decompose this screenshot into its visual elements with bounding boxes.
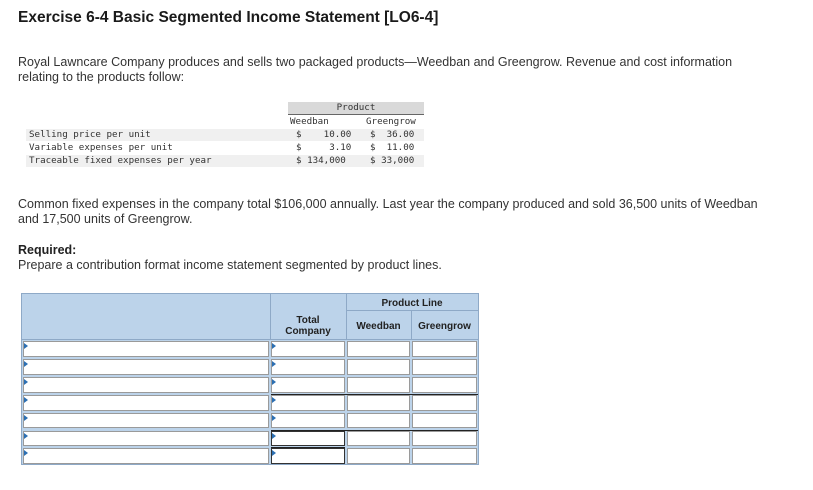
line-item-label-input[interactable] — [23, 394, 269, 411]
weedban-input[interactable] — [347, 448, 410, 465]
greengrow-input[interactable] — [412, 341, 477, 357]
exercise-title: Exercise 6-4 Basic Segmented Income Stat… — [18, 9, 439, 26]
greengrow-input[interactable] — [412, 376, 477, 393]
weedban-input[interactable] — [347, 358, 410, 375]
total-header-line-2: Company — [285, 326, 331, 337]
col-header-greengrow: Greengrow — [366, 116, 416, 127]
weedban-header: Weedban — [356, 321, 401, 332]
dropdown-marker-icon — [24, 396, 28, 403]
dropdown-marker-icon — [272, 414, 276, 421]
total-line — [271, 447, 345, 449]
line-item-label-input[interactable] — [23, 341, 269, 357]
dropdown-marker-icon — [24, 414, 28, 421]
line-item-label-input[interactable] — [23, 376, 269, 393]
line-item-label-input[interactable] — [23, 430, 269, 447]
weedban-input[interactable] — [347, 412, 410, 429]
para2-line-2: and 17,500 units of Greengrow. — [18, 212, 193, 226]
total-company-input[interactable] — [271, 448, 345, 465]
dropdown-marker-icon — [24, 360, 28, 367]
para2-line-1: Common fixed expenses in the company tot… — [18, 197, 758, 211]
row-label: Traceable fixed expenses per year — [29, 155, 212, 166]
dropdown-marker-icon — [24, 343, 28, 349]
greengrow-input[interactable] — [412, 448, 477, 465]
intro-paragraph: Royal Lawncare Company produces and sell… — [18, 55, 778, 85]
header-bottom-border — [22, 339, 478, 340]
weedban-input[interactable] — [347, 394, 410, 411]
col-header-weedban: Weedban — [290, 116, 329, 127]
row-label: Selling price per unit — [29, 129, 151, 140]
intro-line-2: relating to the products follow: — [18, 70, 185, 84]
subtotal-line — [271, 393, 478, 395]
dropdown-marker-icon — [24, 450, 28, 457]
line-item-label-input[interactable] — [23, 448, 269, 465]
weedban-value: $ 10.00 — [296, 129, 352, 140]
table-row: Selling price per unit $ 10.00 $ 36.00 — [26, 129, 424, 141]
greengrow-input[interactable] — [412, 394, 477, 411]
label-header-cell — [22, 294, 271, 339]
total-company-input[interactable] — [271, 394, 345, 411]
greengrow-header: Greengrow — [418, 321, 471, 332]
line-item-label-input[interactable] — [23, 412, 269, 429]
weedban-value: $ 3.10 — [296, 142, 352, 153]
greengrow-input[interactable] — [412, 430, 477, 447]
product-group-header: Product — [288, 102, 424, 115]
greengrow-input[interactable] — [412, 358, 477, 375]
dropdown-marker-icon — [272, 343, 276, 349]
greengrow-value: $ 11.00 — [370, 142, 415, 153]
subtotal-line — [271, 429, 478, 431]
weedban-input[interactable] — [347, 376, 410, 393]
line-item-label-input[interactable] — [23, 358, 269, 375]
product-line-header: Product Line — [381, 298, 443, 309]
dropdown-marker-icon — [272, 378, 276, 385]
greengrow-value: $ 36.00 — [370, 129, 415, 140]
dropdown-marker-icon — [272, 360, 276, 367]
total-company-input[interactable] — [271, 341, 345, 357]
weedban-value: $ 134,000 — [296, 155, 346, 166]
required-text: Prepare a contribution format income sta… — [18, 258, 442, 272]
dropdown-marker-icon — [272, 450, 276, 457]
table-row: Variable expenses per unit $ 3.10 $ 11.0… — [26, 142, 424, 154]
weedban-input[interactable] — [347, 430, 410, 447]
dropdown-marker-icon — [24, 432, 28, 439]
common-fixed-paragraph: Common fixed expenses in the company tot… — [18, 197, 788, 227]
dropdown-marker-icon — [272, 396, 276, 403]
income-statement-grid: Product Line Total Company Weedban Green… — [21, 293, 479, 465]
total-company-input[interactable] — [271, 412, 345, 429]
table-row: Traceable fixed expenses per year $ 134,… — [26, 155, 424, 167]
dropdown-marker-icon — [24, 378, 28, 385]
greengrow-value: $ 33,000 — [370, 155, 415, 166]
product-line-divider — [346, 310, 478, 311]
greengrow-input[interactable] — [412, 412, 477, 429]
required-heading: Required: — [18, 243, 77, 257]
intro-line-1: Royal Lawncare Company produces and sell… — [18, 55, 733, 69]
weedban-input[interactable] — [347, 341, 410, 357]
row-label: Variable expenses per unit — [29, 142, 173, 153]
dropdown-marker-icon — [272, 432, 276, 439]
total-company-input[interactable] — [271, 358, 345, 375]
total-header-line-1: Total — [296, 315, 320, 326]
total-company-input[interactable] — [271, 430, 345, 447]
total-company-header: Total Company — [270, 315, 346, 337]
total-company-input[interactable] — [271, 376, 345, 393]
